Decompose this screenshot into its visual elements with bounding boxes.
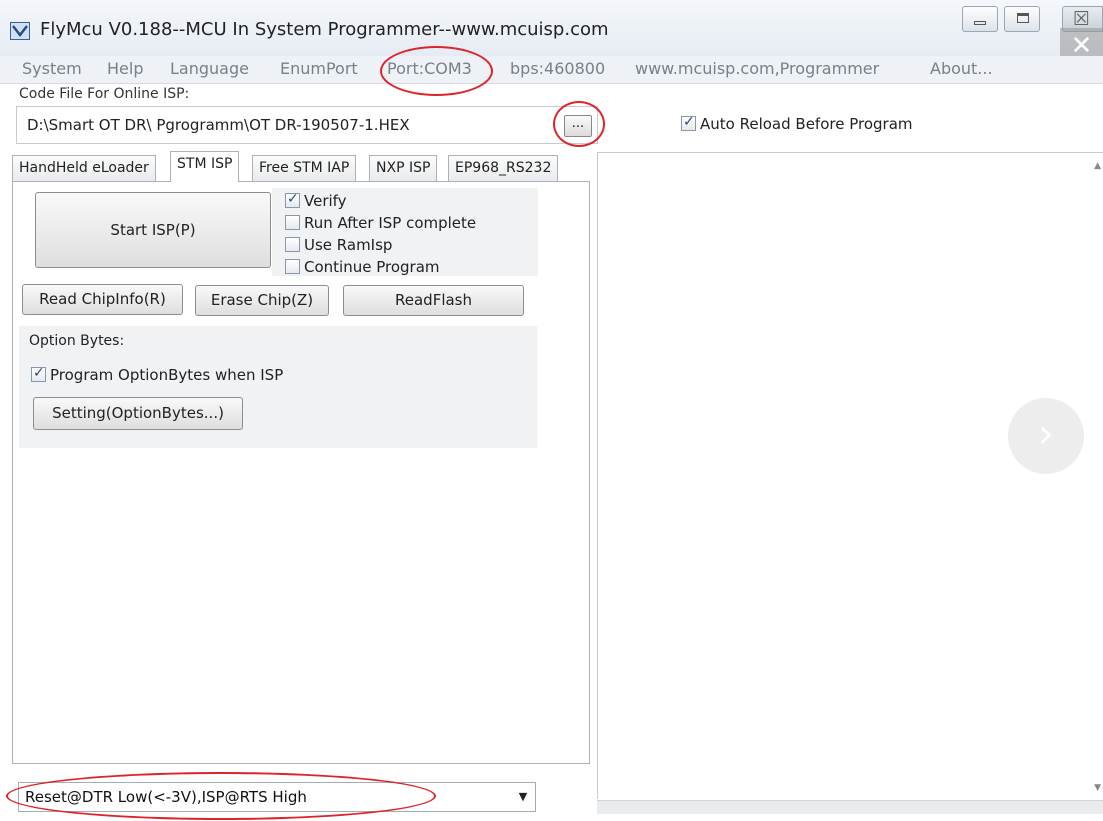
auto-reload-option[interactable]: Auto Reload Before Program: [681, 114, 913, 133]
run-after-isp-option[interactable]: Run After ISP complete: [285, 214, 476, 232]
program-optionbytes-checkbox[interactable]: [31, 365, 46, 382]
menu-port[interactable]: Port:COM3: [387, 59, 472, 78]
scroll-down-icon[interactable]: ▼: [1094, 783, 1101, 793]
menu-about[interactable]: About...: [930, 59, 993, 78]
run-after-isp-label: Run After ISP complete: [304, 214, 477, 232]
output-log-panel[interactable]: ▲ ▼: [597, 152, 1103, 799]
setting-optionbytes-button[interactable]: Setting(OptionBytes...): [33, 397, 243, 430]
start-isp-button[interactable]: Start ISP(P): [35, 192, 271, 268]
tab-stm-isp[interactable]: STM ISP: [170, 151, 240, 182]
program-optionbytes-label: Program OptionBytes when ISP: [50, 366, 284, 384]
tab-free-stm-iap[interactable]: Free STM IAP: [252, 155, 357, 181]
menu-enumport[interactable]: EnumPort: [280, 59, 358, 78]
run-after-isp-checkbox[interactable]: [285, 215, 300, 230]
code-file-label: Code File For Online ISP:: [19, 86, 190, 102]
verify-checkbox[interactable]: [285, 191, 300, 208]
verify-option[interactable]: Verify: [285, 191, 347, 210]
reset-mode-value: Reset@DTR Low(<-3V),ISP@RTS High: [25, 788, 307, 806]
code-file-path-input[interactable]: [16, 106, 598, 144]
next-arrow-icon[interactable]: ›: [1008, 398, 1084, 474]
reset-mode-select[interactable]: Reset@DTR Low(<-3V),ISP@RTS High ▼: [18, 782, 536, 812]
option-bytes-title: Option Bytes:: [29, 333, 125, 349]
dropdown-arrow-icon[interactable]: ▼: [512, 784, 534, 810]
minimize-icon: [974, 21, 986, 25]
menu-system[interactable]: System: [22, 59, 82, 78]
menu-help[interactable]: Help: [107, 59, 143, 78]
maximize-icon: [1017, 13, 1029, 23]
menu-programmer[interactable]: www.mcuisp.com,Programmer: [635, 59, 879, 78]
continue-program-checkbox[interactable]: [285, 259, 300, 274]
close-icon: ☒: [1073, 8, 1091, 30]
tab-nxp-isp[interactable]: NXP ISP: [369, 155, 438, 181]
scroll-up-icon[interactable]: ▲: [1094, 161, 1101, 171]
stm-isp-panel: Start ISP(P) Verify Run After ISP comple…: [12, 181, 590, 764]
tab-handheld-eloader[interactable]: HandHeld eLoader: [12, 155, 156, 181]
erase-chip-button[interactable]: Erase Chip(Z): [195, 285, 329, 316]
continue-program-option[interactable]: Continue Program: [285, 258, 440, 276]
verify-label: Verify: [304, 192, 347, 210]
minimize-button[interactable]: [962, 6, 998, 32]
app-icon: [10, 22, 30, 40]
read-chipinfo-button[interactable]: Read ChipInfo(R): [22, 284, 183, 315]
browse-button[interactable]: ...: [564, 115, 592, 137]
continue-program-label: Continue Program: [304, 258, 440, 276]
read-flash-button[interactable]: ReadFlash: [343, 285, 524, 316]
menu-bps[interactable]: bps:460800: [510, 59, 605, 78]
use-ramisp-label: Use RamIsp: [304, 236, 393, 254]
use-ramisp-option[interactable]: Use RamIsp: [285, 236, 392, 254]
menu-language[interactable]: Language: [170, 59, 249, 78]
window-title: FlyMcu V0.188--MCU In System Programmer-…: [40, 19, 609, 40]
auto-reload-label: Auto Reload Before Program: [700, 115, 913, 133]
option-bytes-group: Option Bytes: Program OptionBytes when I…: [19, 326, 537, 448]
horizontal-scrollbar[interactable]: [597, 800, 1103, 814]
auto-reload-checkbox[interactable]: [681, 114, 696, 131]
tab-ep968-rs232[interactable]: EP968_RS232: [448, 155, 559, 181]
menu-bar: System Help Language EnumPort Port:COM3 …: [0, 56, 1103, 84]
maximize-button[interactable]: [1004, 6, 1040, 32]
title-bar: FlyMcu V0.188--MCU In System Programmer-…: [0, 0, 1103, 56]
use-ramisp-checkbox[interactable]: [285, 237, 300, 252]
program-optionbytes-option[interactable]: Program OptionBytes when ISP: [31, 365, 284, 384]
